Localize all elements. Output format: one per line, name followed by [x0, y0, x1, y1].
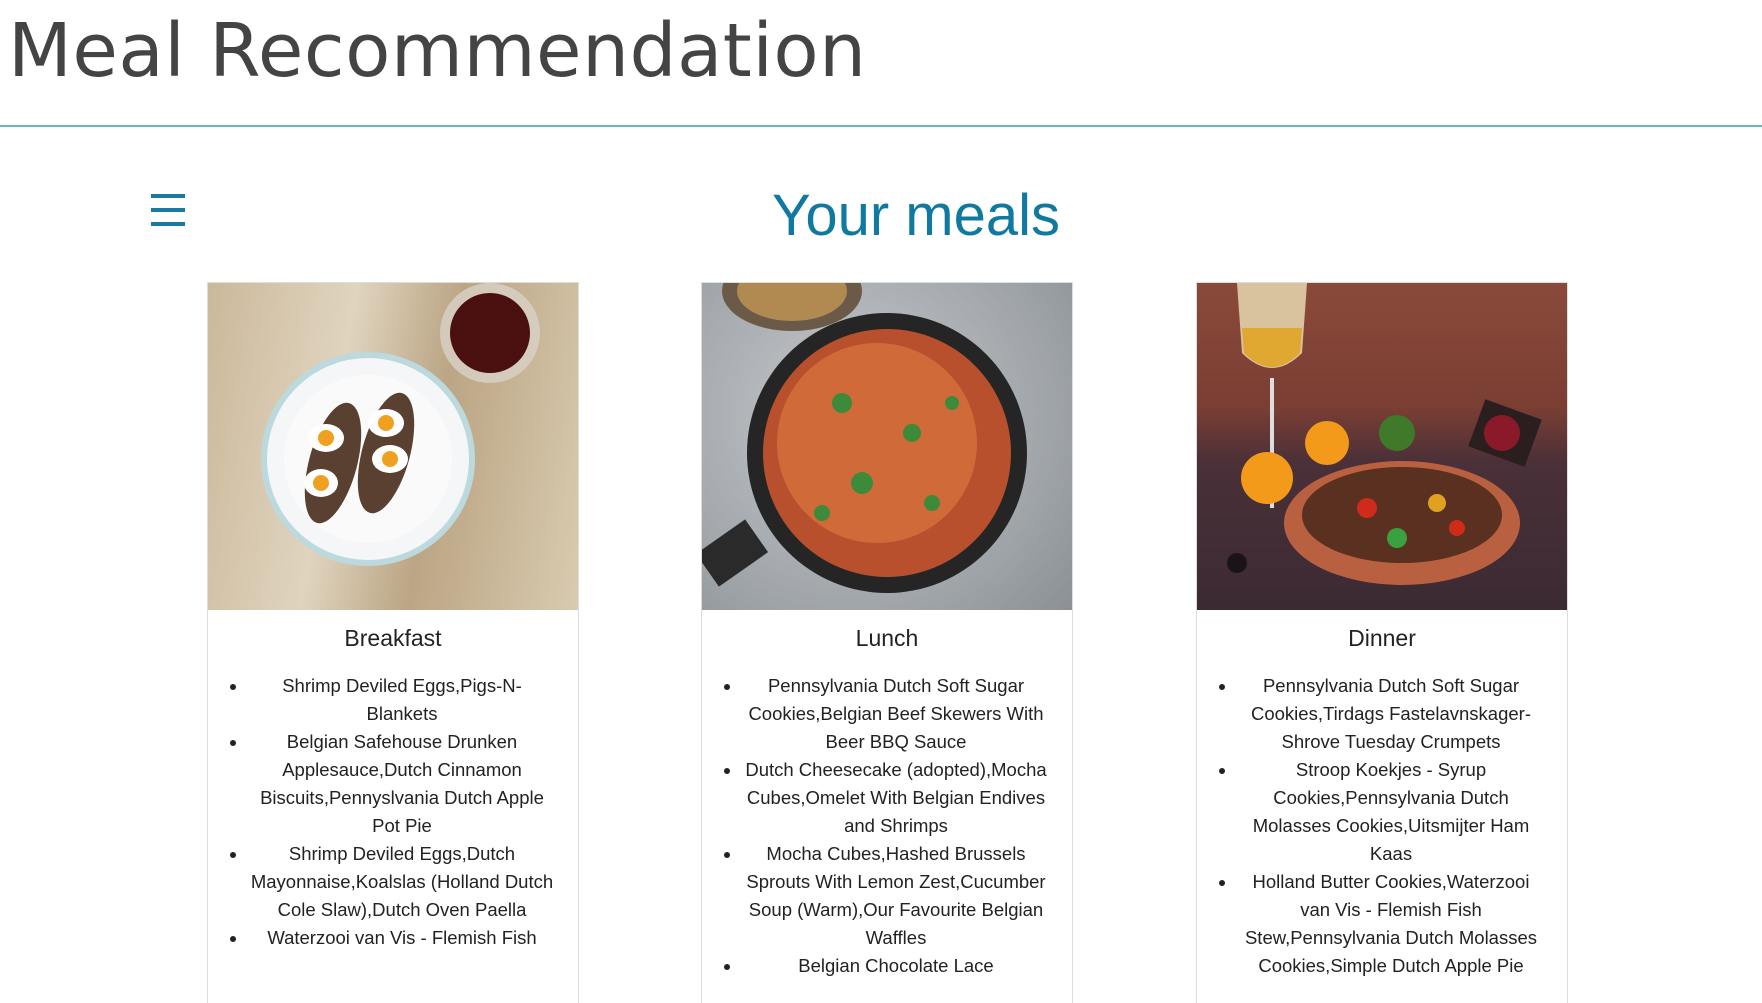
- list-item: Pennsylvania Dutch Soft Sugar Cookies,Ti…: [1237, 672, 1545, 756]
- list-item: Pennsylvania Dutch Soft Sugar Cookies,Be…: [742, 672, 1050, 756]
- list-item: Mocha Cubes,Hashed Brussels Sprouts With…: [742, 840, 1050, 952]
- section-title: Your meals: [771, 183, 1061, 248]
- meal-card-breakfast: Breakfast Shrimp Deviled Eggs,Pigs-N-Bla…: [207, 282, 579, 1003]
- meal-card-lunch: Lunch Pennsylvania Dutch Soft Sugar Cook…: [701, 282, 1073, 1003]
- list-item: Belgian Safehouse Drunken Applesauce,Dut…: [248, 728, 556, 840]
- dinner-image: [1197, 283, 1567, 610]
- app-title: Meal Recommendation: [8, 8, 867, 94]
- meal-title: Dinner: [1348, 625, 1416, 651]
- meal-list: Pennsylvania Dutch Soft Sugar Cookies,Ti…: [1197, 672, 1567, 980]
- meal-card-dinner: Dinner Pennsylvania Dutch Soft Sugar Coo…: [1196, 282, 1568, 1003]
- list-item: Belgian Chocolate Lace: [742, 952, 1050, 980]
- meal-list: Shrimp Deviled Eggs,Pigs-N-Blankets Belg…: [208, 672, 578, 952]
- meal-list: Pennsylvania Dutch Soft Sugar Cookies,Be…: [702, 672, 1072, 980]
- list-item: Stroop Koekjes - Syrup Cookies,Pennsylva…: [1237, 756, 1545, 868]
- lunch-image: [702, 283, 1072, 610]
- header-divider: [0, 125, 1762, 127]
- list-item: Shrimp Deviled Eggs,Dutch Mayonnaise,Koa…: [248, 840, 556, 924]
- breakfast-image: [208, 283, 578, 610]
- list-item: Dutch Cheesecake (adopted),Mocha Cubes,O…: [742, 756, 1050, 840]
- list-item: Holland Butter Cookies,Waterzooi van Vis…: [1237, 868, 1545, 980]
- list-item: Waterzooi van Vis - Flemish Fish: [248, 924, 556, 952]
- meal-title: Lunch: [855, 625, 919, 651]
- list-item: Shrimp Deviled Eggs,Pigs-N-Blankets: [248, 672, 556, 728]
- meal-title: Breakfast: [344, 625, 442, 651]
